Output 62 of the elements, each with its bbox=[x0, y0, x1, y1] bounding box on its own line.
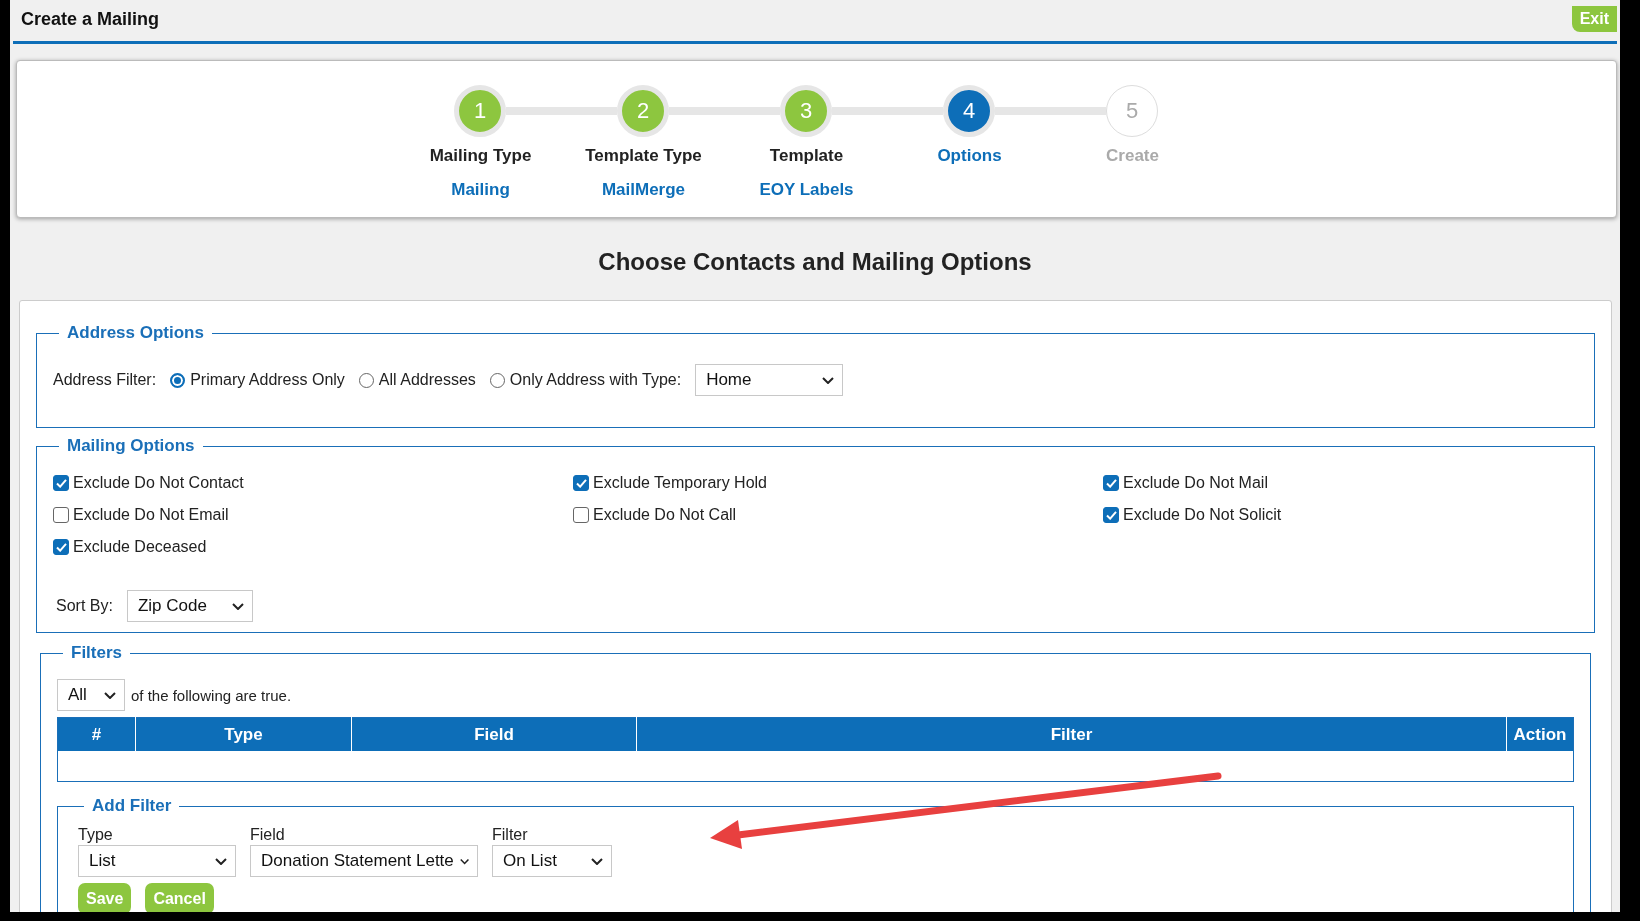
step-label: Template bbox=[769, 146, 844, 166]
checkbox-label[interactable]: Exclude Do Not Solicit bbox=[1123, 506, 1282, 524]
field-label: Type bbox=[78, 826, 114, 844]
checkbox[interactable] bbox=[1103, 475, 1119, 491]
step-label: Options bbox=[937, 146, 1002, 166]
dropdown[interactable]: Zip Code bbox=[126, 590, 253, 622]
field-label: Address Filter: bbox=[53, 371, 157, 389]
chevron-icon bbox=[822, 376, 835, 384]
dropdown[interactable]: On List bbox=[492, 845, 612, 877]
page-title: Create a Mailing bbox=[21, 9, 160, 30]
chevron-icon bbox=[215, 857, 227, 865]
field-label: Field bbox=[250, 826, 286, 844]
checkbox-label[interactable]: Exclude Do Not Email bbox=[73, 506, 229, 524]
checkbox[interactable] bbox=[573, 475, 589, 491]
chevron-icon bbox=[231, 602, 244, 610]
radio-label[interactable]: All Addresses bbox=[378, 371, 476, 389]
checkbox[interactable] bbox=[53, 507, 69, 523]
field-label: Filter bbox=[492, 826, 529, 844]
radio-label[interactable]: Only Address with Type: bbox=[509, 371, 682, 389]
step-number: 1 bbox=[454, 85, 506, 137]
step-value-link[interactable]: EOY Labels bbox=[759, 180, 854, 200]
dropdown[interactable]: List bbox=[78, 845, 236, 877]
chevron-icon bbox=[104, 691, 116, 699]
radio-button[interactable] bbox=[489, 372, 505, 388]
section-heading: Choose Contacts and Mailing Options bbox=[597, 248, 1033, 276]
radio-button[interactable] bbox=[358, 372, 374, 388]
step-number: 3 bbox=[780, 85, 832, 137]
checkbox-label[interactable]: Exclude Temporary Hold bbox=[593, 474, 767, 492]
step-label: Create bbox=[1106, 146, 1159, 166]
column-header: Field bbox=[351, 717, 637, 751]
fieldset-legend: Address Options bbox=[59, 323, 212, 343]
column-header: Type bbox=[135, 717, 352, 751]
fieldset-legend: Filters bbox=[63, 643, 131, 663]
filter-match-text: of the following are true. bbox=[131, 686, 292, 704]
step-value-link[interactable]: Mailing bbox=[451, 180, 510, 200]
step-label: Template Type bbox=[585, 146, 702, 166]
checkbox[interactable] bbox=[1103, 507, 1119, 523]
step-number: 5 bbox=[1106, 85, 1158, 137]
dropdown[interactable]: Home bbox=[695, 364, 844, 396]
dropdown[interactable]: Donation Statement Lette bbox=[250, 845, 478, 877]
fieldset-legend: Add Filter bbox=[84, 796, 180, 816]
checkbox-label[interactable]: Exclude Do Not Contact bbox=[73, 474, 244, 492]
checkbox-label[interactable]: Exclude Deceased bbox=[73, 538, 207, 556]
field-label: Sort By: bbox=[56, 597, 113, 615]
column-header: # bbox=[57, 717, 136, 751]
checkbox-label[interactable]: Exclude Do Not Mail bbox=[1123, 474, 1268, 492]
radio-label[interactable]: Primary Address Only bbox=[190, 371, 345, 389]
step-number: 4 bbox=[943, 85, 995, 137]
dropdown[interactable]: All bbox=[57, 679, 125, 711]
chevron-icon bbox=[459, 857, 469, 865]
checkbox-label[interactable]: Exclude Do Not Call bbox=[593, 506, 737, 524]
step-number: 2 bbox=[617, 85, 669, 137]
chevron-icon bbox=[591, 857, 603, 865]
radio-button[interactable] bbox=[170, 372, 186, 388]
checkbox[interactable] bbox=[53, 475, 69, 491]
column-header: Action bbox=[1506, 717, 1574, 751]
checkbox[interactable] bbox=[573, 507, 589, 523]
step-label: Mailing Type bbox=[429, 146, 532, 166]
step-value-link[interactable]: MailMerge bbox=[601, 180, 686, 200]
fieldset-legend: Mailing Options bbox=[59, 436, 203, 456]
checkbox[interactable] bbox=[53, 539, 69, 555]
column-header: Filter bbox=[636, 717, 1507, 751]
